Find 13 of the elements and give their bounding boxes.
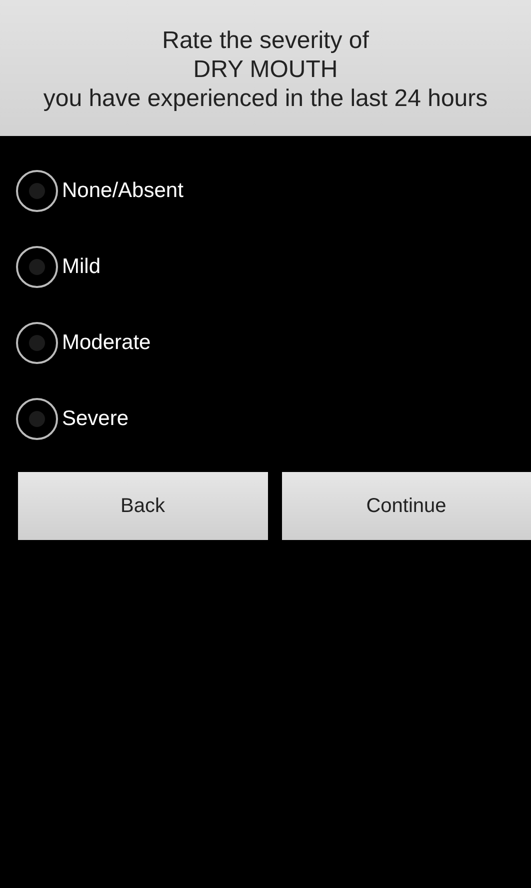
question-text: Rate the severity of — [162, 26, 369, 54]
radio-button[interactable] — [16, 398, 58, 440]
option-label[interactable]: Severe — [62, 407, 129, 431]
continue-button[interactable]: Continue — [282, 472, 531, 540]
radio-button[interactable] — [16, 246, 58, 288]
back-button[interactable]: Back — [18, 472, 268, 540]
option-label[interactable]: Mild — [62, 255, 101, 279]
option-label[interactable]: None/Absent — [62, 179, 184, 203]
radio-button[interactable] — [16, 322, 58, 364]
option-label[interactable]: Moderate — [62, 331, 151, 355]
question-text: you have experienced in the last 24 hours — [43, 84, 488, 112]
question-text: DRY MOUTH — [193, 54, 338, 84]
radio-button[interactable] — [16, 170, 58, 212]
